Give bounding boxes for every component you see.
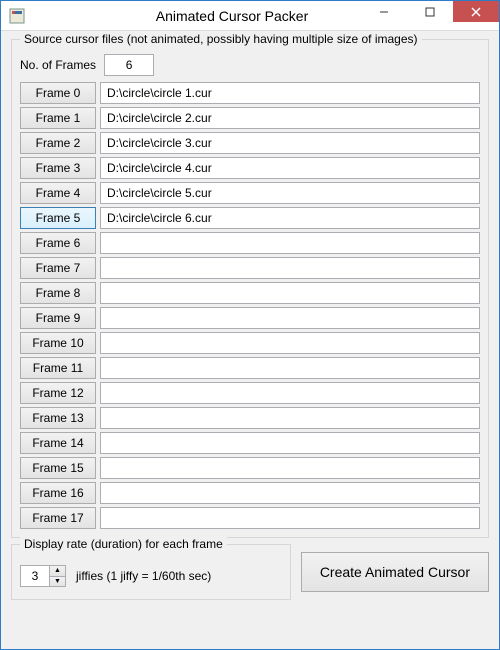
frame-button[interactable]: Frame 3 — [20, 157, 96, 179]
create-animated-cursor-button[interactable]: Create Animated Cursor — [301, 552, 489, 592]
frame-path-input[interactable] — [100, 282, 480, 304]
frame-button[interactable]: Frame 9 — [20, 307, 96, 329]
frame-path-input[interactable] — [100, 232, 480, 254]
display-rate-label: Display rate (duration) for each frame — [20, 537, 227, 551]
close-button[interactable] — [453, 1, 499, 22]
bottom-row: Display rate (duration) for each frame 3… — [11, 544, 489, 600]
num-frames-label: No. of Frames — [20, 58, 96, 72]
num-frames-input[interactable]: 6 — [104, 54, 154, 76]
spinner-up-icon[interactable]: ▲ — [50, 566, 65, 577]
frame-row: Frame 5D:\circle\circle 6.cur — [20, 207, 480, 229]
frame-button[interactable]: Frame 16 — [20, 482, 96, 504]
frame-path-input[interactable] — [100, 507, 480, 529]
frame-row: Frame 16 — [20, 482, 480, 504]
frame-path-input[interactable] — [100, 257, 480, 279]
frame-path-input[interactable]: D:\circle\circle 4.cur — [100, 157, 480, 179]
frame-button[interactable]: Frame 5 — [20, 207, 96, 229]
frame-path-input[interactable] — [100, 457, 480, 479]
frame-path-input[interactable]: D:\circle\circle 3.cur — [100, 132, 480, 154]
source-files-label: Source cursor files (not animated, possi… — [20, 32, 422, 46]
frame-button[interactable]: Frame 2 — [20, 132, 96, 154]
frame-button[interactable]: Frame 8 — [20, 282, 96, 304]
client-area: Source cursor files (not animated, possi… — [1, 31, 499, 649]
frame-button[interactable]: Frame 6 — [20, 232, 96, 254]
minimize-button[interactable] — [361, 1, 407, 22]
jiffies-unit-label: jiffies (1 jiffy = 1/60th sec) — [76, 569, 211, 583]
frame-button[interactable]: Frame 15 — [20, 457, 96, 479]
frame-row: Frame 11 — [20, 357, 480, 379]
spinner-down-icon[interactable]: ▼ — [50, 577, 65, 587]
titlebar: Animated Cursor Packer — [1, 1, 499, 31]
frame-row: Frame 9 — [20, 307, 480, 329]
frame-row: Frame 1D:\circle\circle 2.cur — [20, 107, 480, 129]
frame-button[interactable]: Frame 12 — [20, 382, 96, 404]
frame-button[interactable]: Frame 1 — [20, 107, 96, 129]
frame-path-input[interactable] — [100, 332, 480, 354]
frame-row: Frame 17 — [20, 507, 480, 529]
maximize-button[interactable] — [407, 1, 453, 22]
source-files-group: Source cursor files (not animated, possi… — [11, 39, 489, 538]
frame-path-input[interactable]: D:\circle\circle 2.cur — [100, 107, 480, 129]
frame-path-input[interactable] — [100, 407, 480, 429]
frame-button[interactable]: Frame 10 — [20, 332, 96, 354]
frame-button[interactable]: Frame 7 — [20, 257, 96, 279]
frames-list: Frame 0D:\circle\circle 1.curFrame 1D:\c… — [20, 82, 480, 529]
frame-button[interactable]: Frame 14 — [20, 432, 96, 454]
frame-path-input[interactable]: D:\circle\circle 1.cur — [100, 82, 480, 104]
frame-row: Frame 7 — [20, 257, 480, 279]
frame-row: Frame 4D:\circle\circle 5.cur — [20, 182, 480, 204]
frame-row: Frame 8 — [20, 282, 480, 304]
frame-row: Frame 3D:\circle\circle 4.cur — [20, 157, 480, 179]
frame-row: Frame 12 — [20, 382, 480, 404]
jiffies-spinner[interactable]: 3 ▲ ▼ — [20, 565, 66, 587]
app-window: Animated Cursor Packer Source cursor fil… — [0, 0, 500, 650]
frame-row: Frame 14 — [20, 432, 480, 454]
frame-path-input[interactable] — [100, 482, 480, 504]
frame-row: Frame 0D:\circle\circle 1.cur — [20, 82, 480, 104]
frame-button[interactable]: Frame 11 — [20, 357, 96, 379]
frame-path-input[interactable] — [100, 307, 480, 329]
frame-button[interactable]: Frame 0 — [20, 82, 96, 104]
frame-path-input[interactable]: D:\circle\circle 6.cur — [100, 207, 480, 229]
frame-row: Frame 15 — [20, 457, 480, 479]
frame-row: Frame 13 — [20, 407, 480, 429]
frame-path-input[interactable]: D:\circle\circle 5.cur — [100, 182, 480, 204]
num-frames-row: No. of Frames 6 — [20, 54, 480, 76]
frame-row: Frame 10 — [20, 332, 480, 354]
spinner-arrows: ▲ ▼ — [49, 566, 65, 586]
window-buttons — [361, 1, 499, 22]
frame-button[interactable]: Frame 13 — [20, 407, 96, 429]
frame-button[interactable]: Frame 17 — [20, 507, 96, 529]
frame-button[interactable]: Frame 4 — [20, 182, 96, 204]
display-rate-group: Display rate (duration) for each frame 3… — [11, 544, 291, 600]
frame-path-input[interactable] — [100, 357, 480, 379]
jiffies-value[interactable]: 3 — [21, 566, 49, 586]
frame-row: Frame 2D:\circle\circle 3.cur — [20, 132, 480, 154]
frame-path-input[interactable] — [100, 382, 480, 404]
display-rate-controls: 3 ▲ ▼ jiffies (1 jiffy = 1/60th sec) — [20, 565, 282, 587]
frame-row: Frame 6 — [20, 232, 480, 254]
frame-path-input[interactable] — [100, 432, 480, 454]
